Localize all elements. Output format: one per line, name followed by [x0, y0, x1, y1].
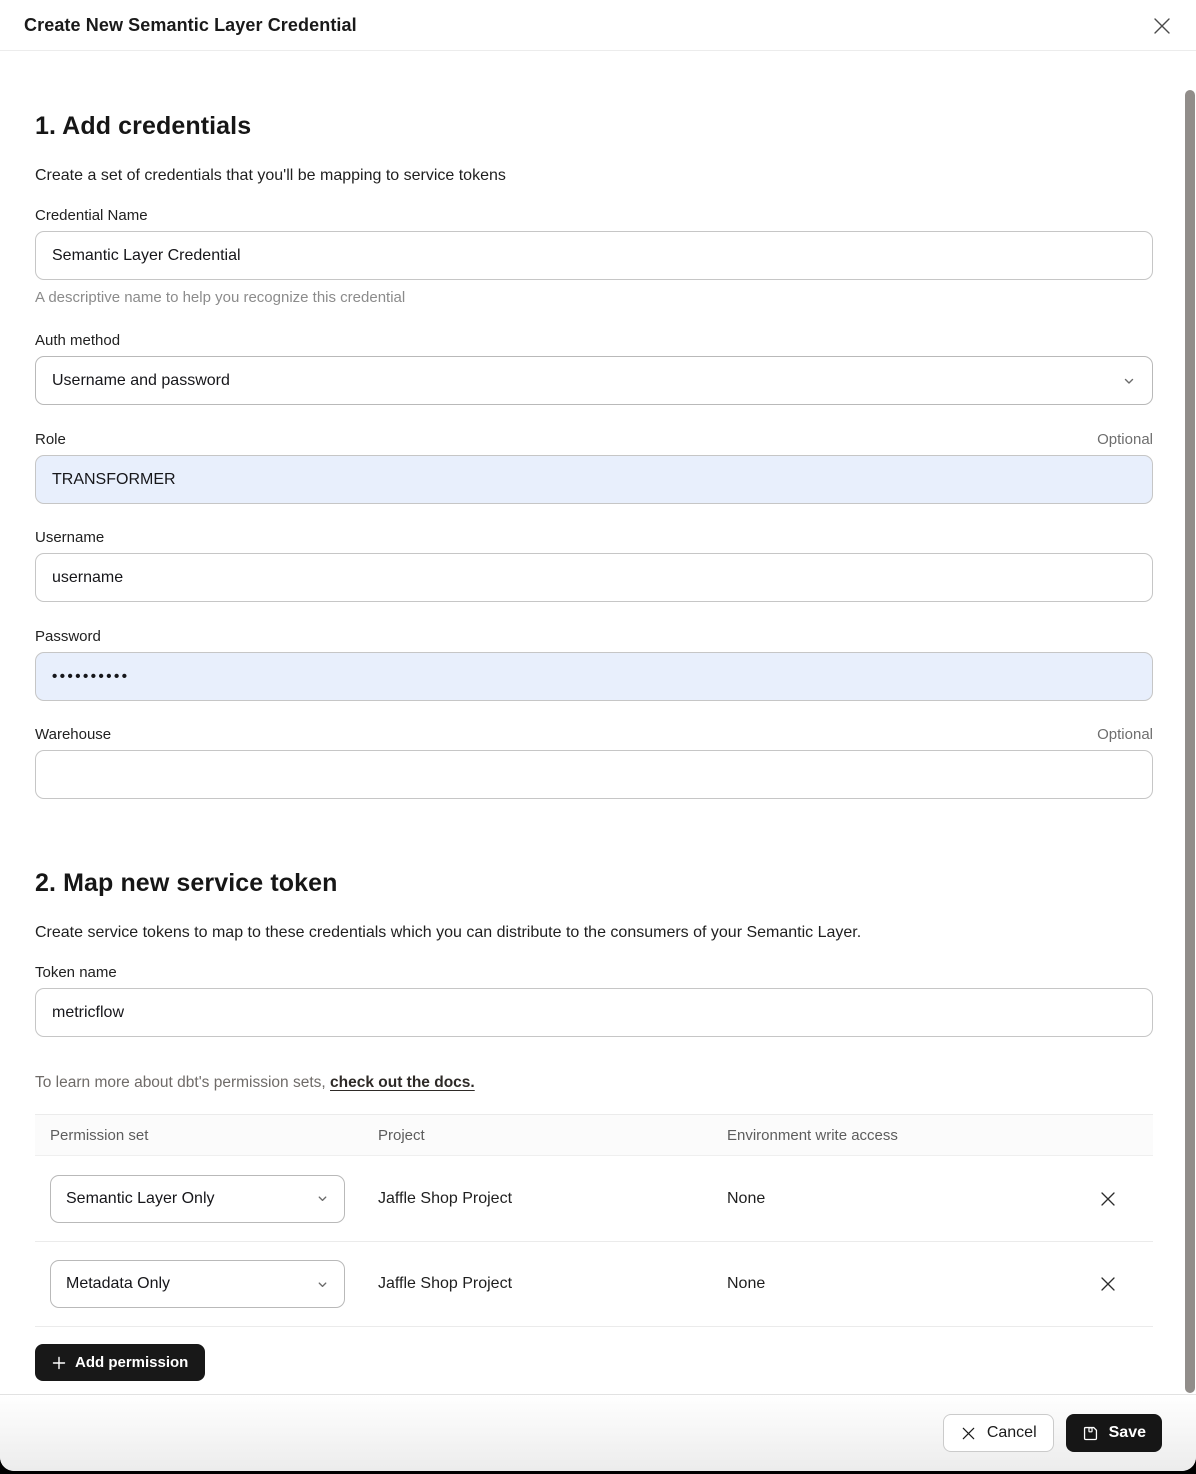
- chevron-down-icon: [316, 1192, 329, 1205]
- env-write-access-cell: None: [727, 1190, 1078, 1208]
- header-env-write-access: Environment write access: [727, 1127, 1078, 1144]
- x-icon: [960, 1425, 977, 1442]
- docs-link[interactable]: check out the docs.: [330, 1074, 475, 1091]
- scrollbar-thumb[interactable]: [1185, 90, 1195, 1393]
- permission-set-value: Semantic Layer Only: [66, 1190, 215, 1208]
- warehouse-input[interactable]: [35, 750, 1153, 799]
- token-name-input[interactable]: [35, 988, 1153, 1037]
- credential-name-helper: A descriptive name to help you recognize…: [35, 290, 1153, 305]
- plus-icon: [52, 1356, 66, 1370]
- modal-footer: Cancel Save: [0, 1394, 1196, 1471]
- save-button[interactable]: Save: [1066, 1414, 1162, 1452]
- modal-title: Create New Semantic Layer Credential: [24, 15, 357, 36]
- role-input[interactable]: [35, 455, 1153, 504]
- password-label: Password: [35, 629, 101, 645]
- close-icon: [1151, 15, 1173, 37]
- modal-header: Create New Semantic Layer Credential: [0, 0, 1196, 51]
- table-row: Semantic Layer Only Jaffle Shop Project …: [35, 1156, 1153, 1241]
- username-label: Username: [35, 530, 104, 546]
- username-field: Username: [35, 530, 1153, 602]
- role-field: Role Optional: [35, 432, 1153, 504]
- permission-set-value: Metadata Only: [66, 1275, 170, 1293]
- permission-set-select[interactable]: Metadata Only: [50, 1260, 345, 1308]
- auth-method-field: Auth method Username and password: [35, 333, 1153, 405]
- section2-heading: 2. Map new service token: [35, 869, 1153, 897]
- username-input[interactable]: [35, 553, 1153, 602]
- project-cell: Jaffle Shop Project: [378, 1275, 727, 1293]
- role-label: Role: [35, 432, 66, 448]
- warehouse-field: Warehouse Optional: [35, 727, 1153, 799]
- password-input[interactable]: [35, 652, 1153, 701]
- warehouse-optional-badge: Optional: [1097, 727, 1153, 743]
- auth-method-select[interactable]: Username and password: [35, 356, 1153, 405]
- table-row: Metadata Only Jaffle Shop Project None: [35, 1241, 1153, 1326]
- password-field: Password: [35, 629, 1153, 701]
- permissions-table-header: Permission set Project Environment write…: [35, 1115, 1153, 1156]
- add-permission-label: Add permission: [75, 1354, 188, 1371]
- section1-description: Create a set of credentials that you'll …: [35, 166, 1153, 185]
- role-optional-badge: Optional: [1097, 432, 1153, 448]
- x-icon: [1099, 1190, 1117, 1208]
- chevron-down-icon: [1122, 374, 1136, 388]
- remove-permission-button[interactable]: [1092, 1183, 1124, 1215]
- docs-text: To learn more about dbt's permission set…: [35, 1074, 330, 1091]
- close-button[interactable]: [1148, 12, 1176, 40]
- modal-content: 1. Add credentials Create a set of crede…: [0, 112, 1196, 1381]
- cancel-label: Cancel: [987, 1424, 1037, 1442]
- auth-method-value: Username and password: [52, 372, 230, 390]
- chevron-down-icon: [316, 1278, 329, 1291]
- cancel-button[interactable]: Cancel: [943, 1414, 1054, 1452]
- remove-permission-button[interactable]: [1092, 1268, 1124, 1300]
- x-icon: [1099, 1275, 1117, 1293]
- warehouse-label: Warehouse: [35, 727, 111, 743]
- header-project: Project: [378, 1127, 727, 1144]
- floppy-disk-icon: [1082, 1425, 1099, 1442]
- header-permission-set: Permission set: [50, 1127, 378, 1144]
- section1-heading: 1. Add credentials: [35, 112, 1153, 140]
- credential-name-label: Credential Name: [35, 208, 148, 224]
- env-write-access-cell: None: [727, 1275, 1078, 1293]
- credential-name-field: Credential Name A descriptive name to he…: [35, 208, 1153, 305]
- permissions-table: Permission set Project Environment write…: [35, 1114, 1153, 1327]
- token-name-field: Token name: [35, 965, 1153, 1037]
- auth-method-label: Auth method: [35, 333, 120, 349]
- add-permission-button[interactable]: Add permission: [35, 1344, 205, 1381]
- create-credential-modal: Create New Semantic Layer Credential 1. …: [0, 0, 1196, 1471]
- token-name-label: Token name: [35, 965, 117, 981]
- permission-docs-line: To learn more about dbt's permission set…: [35, 1074, 1153, 1091]
- permission-set-select[interactable]: Semantic Layer Only: [50, 1175, 345, 1223]
- credential-name-input[interactable]: [35, 231, 1153, 280]
- section2-description: Create service tokens to map to these cr…: [35, 923, 1153, 942]
- project-cell: Jaffle Shop Project: [378, 1190, 727, 1208]
- save-label: Save: [1109, 1424, 1146, 1442]
